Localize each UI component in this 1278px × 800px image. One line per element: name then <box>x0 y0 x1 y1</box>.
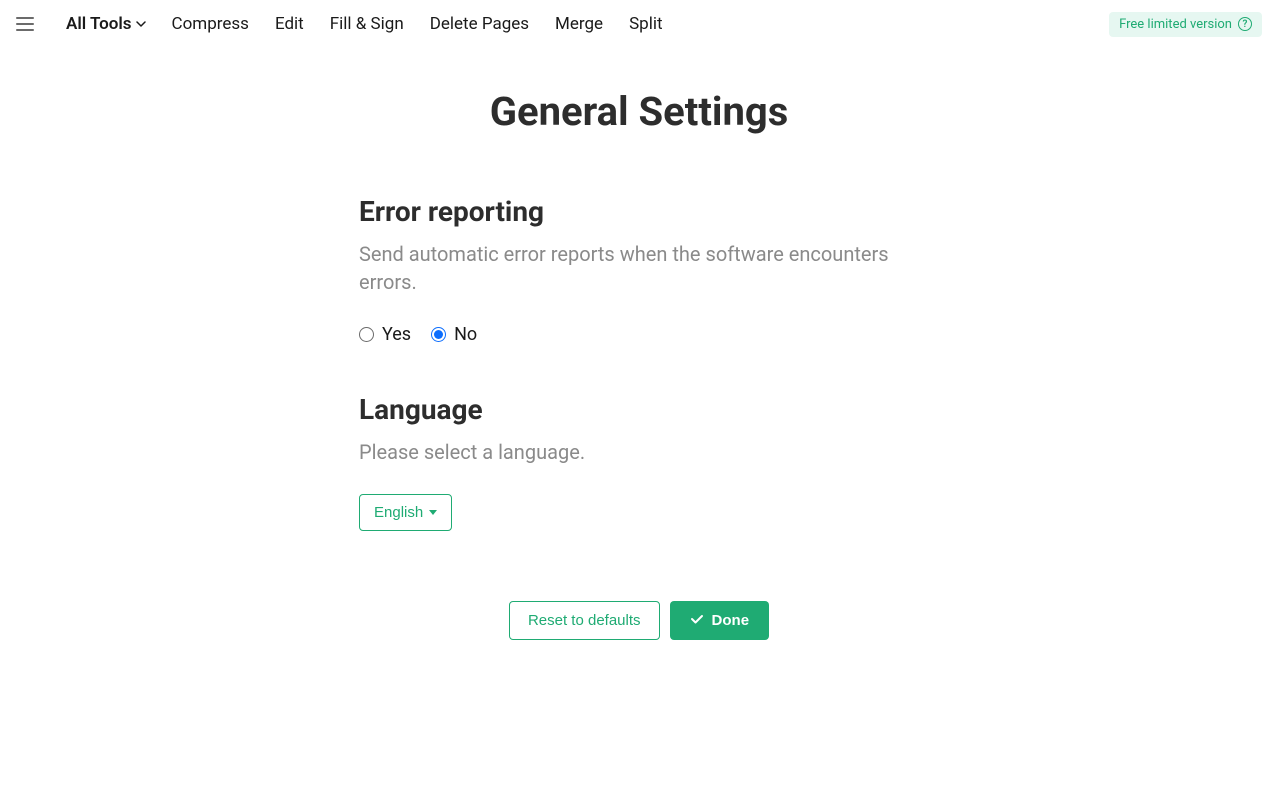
settings-block: Error reporting Send automatic error rep… <box>359 195 919 640</box>
radio-yes-label: Yes <box>382 324 411 345</box>
language-select-value: English <box>374 504 423 521</box>
radio-no-label: No <box>454 324 477 345</box>
chevron-down-icon <box>136 19 146 29</box>
error-reporting-description: Send automatic error reports when the so… <box>359 240 919 296</box>
menu-icon[interactable] <box>16 12 40 36</box>
done-button[interactable]: Done <box>670 601 770 640</box>
language-description: Please select a language. <box>359 438 919 466</box>
nav-all-tools-label: All Tools <box>66 14 132 34</box>
main-content: General Settings Error reporting Send au… <box>0 48 1278 640</box>
language-title: Language <box>359 393 919 426</box>
nav-all-tools[interactable]: All Tools <box>56 8 156 40</box>
nav-delete-pages[interactable]: Delete Pages <box>420 8 539 40</box>
nav-compress[interactable]: Compress <box>162 8 259 40</box>
top-navigation: All Tools Compress Edit Fill & Sign Dele… <box>0 0 1278 48</box>
done-button-label: Done <box>712 612 750 629</box>
check-icon <box>690 612 704 630</box>
nav-split[interactable]: Split <box>619 8 672 40</box>
error-reporting-title: Error reporting <box>359 195 919 228</box>
version-badge[interactable]: Free limited version ? <box>1109 12 1262 37</box>
nav-merge[interactable]: Merge <box>545 8 613 40</box>
radio-no[interactable]: No <box>431 324 477 345</box>
page-title: General Settings <box>490 88 789 135</box>
radio-yes[interactable]: Yes <box>359 324 411 345</box>
nav-fill-sign[interactable]: Fill & Sign <box>320 8 414 40</box>
version-badge-label: Free limited version <box>1119 17 1232 32</box>
caret-down-icon <box>429 510 437 515</box>
reset-button[interactable]: Reset to defaults <box>509 601 660 640</box>
error-reporting-radio-group: Yes No <box>359 324 919 345</box>
radio-no-circle <box>431 327 446 342</box>
button-row: Reset to defaults Done <box>359 601 919 640</box>
language-select[interactable]: English <box>359 494 452 531</box>
radio-yes-circle <box>359 327 374 342</box>
help-icon: ? <box>1238 17 1252 31</box>
nav-edit[interactable]: Edit <box>265 8 314 40</box>
